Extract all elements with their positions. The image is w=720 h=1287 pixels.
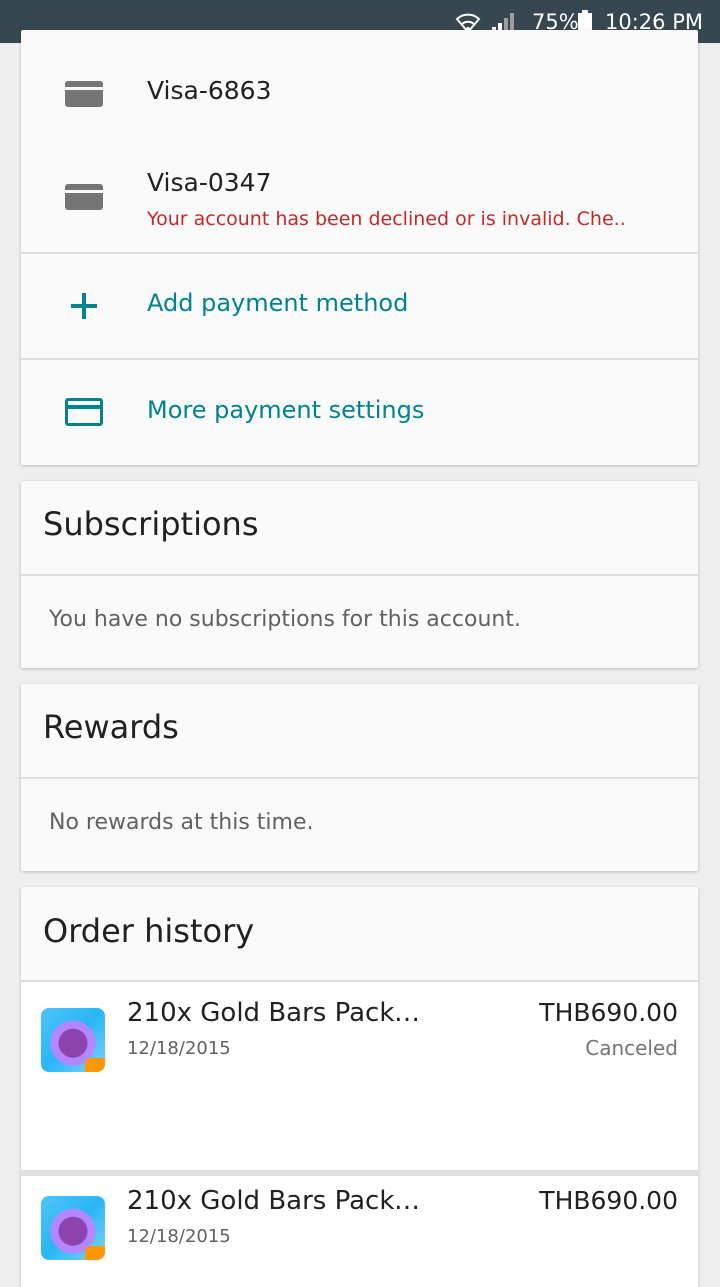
credit-card-icon (65, 398, 103, 426)
game-thumbnail-icon (41, 1196, 105, 1260)
credit-card-icon (65, 81, 103, 107)
order-title: 210x Gold Bars Package (Bl... (127, 998, 427, 1028)
add-payment-method-label: Add payment method (147, 289, 409, 317)
subscriptions-card: Subscriptions You have no subscriptions … (21, 481, 698, 668)
payment-method-name: Visa-0347 (147, 168, 272, 197)
payment-method-row[interactable]: Visa-0347 Your account has been declined… (21, 133, 698, 253)
game-thumbnail-icon (41, 1008, 105, 1072)
rewards-card: Rewards No rewards at this time. (21, 684, 698, 871)
more-payment-settings-label: More payment settings (147, 396, 425, 424)
order-history-title: Order history (43, 912, 255, 950)
subscriptions-empty-message: You have no subscriptions for this accou… (49, 607, 521, 632)
subscriptions-title: Subscriptions (43, 505, 259, 543)
order-price: THB690.00 (539, 998, 678, 1027)
payment-method-name: Visa-6863 (147, 76, 272, 105)
plus-icon (71, 293, 97, 319)
add-payment-method-button[interactable]: Add payment method (21, 254, 698, 358)
order-price: THB690.00 (539, 1186, 678, 1215)
order-row[interactable]: 210x Gold Bars Package (Bl... 12/18/2015… (21, 982, 698, 1170)
order-date: 12/18/2015 (127, 1226, 231, 1247)
rewards-title: Rewards (43, 708, 179, 746)
divider (21, 574, 698, 576)
order-row[interactable]: 210x Gold Bars Package (Bl... 12/18/2015… (21, 1176, 698, 1287)
rewards-empty-message: No rewards at this time. (49, 810, 314, 835)
order-title: 210x Gold Bars Package (Bl... (127, 1186, 427, 1216)
order-date: 12/18/2015 (127, 1038, 231, 1059)
credit-card-icon (65, 184, 103, 210)
more-payment-settings-button[interactable]: More payment settings (21, 360, 698, 464)
order-history-card: Order history 210x Gold Bars Package (Bl… (21, 887, 698, 1287)
payment-methods-card: Visa-6863 Visa-0347 Your account has bee… (21, 30, 698, 465)
payment-method-error: Your account has been declined or is inv… (147, 208, 626, 230)
order-status: Canceled (585, 1036, 678, 1060)
payment-method-row[interactable]: Visa-6863 (21, 43, 698, 133)
divider (21, 777, 698, 779)
